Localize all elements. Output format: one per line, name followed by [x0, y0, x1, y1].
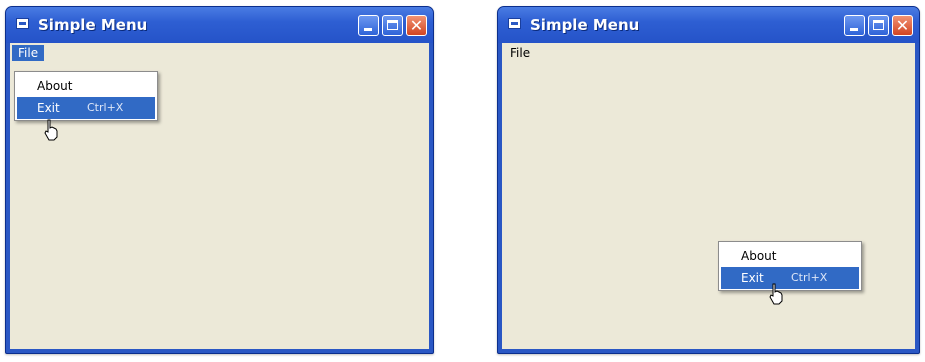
menu-item-label: Exit	[741, 271, 764, 285]
menu-item-about[interactable]: About	[721, 245, 859, 267]
menu-item-exit[interactable]: Exit Ctrl+X	[721, 267, 859, 289]
window-title: Simple Menu	[530, 16, 640, 34]
menu-item-label: About	[741, 249, 777, 263]
close-button[interactable]: ✕	[892, 15, 913, 36]
minimize-button[interactable]	[844, 15, 865, 36]
window-title: Simple Menu	[38, 16, 148, 34]
menu-file[interactable]: File	[12, 45, 45, 61]
close-button[interactable]: ✕	[406, 15, 427, 36]
context-menu-popup: About Exit Ctrl+X	[718, 241, 862, 291]
maximize-button[interactable]	[868, 15, 889, 36]
close-icon: ✕	[895, 16, 910, 35]
menu-item-shortcut: Ctrl+X	[87, 101, 124, 114]
menu-item-label: About	[37, 79, 73, 93]
maximize-button[interactable]	[382, 15, 403, 36]
minimize-button[interactable]	[358, 15, 379, 36]
hand-pointer-cursor-icon	[44, 119, 58, 141]
menu-bar: File	[502, 43, 915, 63]
window-left: Simple Menu ✕ File About Exit Ctrl+X	[5, 6, 434, 354]
menu-file[interactable]: File	[504, 45, 536, 61]
app-window-icon[interactable]	[16, 18, 29, 29]
window-client-area: File About Exit Ctrl+X	[10, 43, 429, 349]
title-bar[interactable]: Simple Menu ✕	[498, 7, 919, 43]
window-right: Simple Menu ✕ File About Exit Ctrl+X	[497, 6, 920, 354]
hand-pointer-cursor-icon	[769, 283, 783, 305]
file-menu-dropdown: About Exit Ctrl+X	[14, 71, 158, 121]
menu-item-about[interactable]: About	[17, 75, 155, 97]
title-bar[interactable]: Simple Menu ✕	[6, 7, 433, 43]
window-client-area: File About Exit Ctrl+X	[502, 43, 915, 349]
menu-item-exit[interactable]: Exit Ctrl+X	[17, 97, 155, 119]
menu-bar: File	[10, 43, 429, 63]
menu-item-label: Exit	[37, 101, 60, 115]
close-icon: ✕	[409, 16, 424, 35]
app-window-icon[interactable]	[508, 18, 521, 29]
menu-item-shortcut: Ctrl+X	[791, 271, 828, 284]
